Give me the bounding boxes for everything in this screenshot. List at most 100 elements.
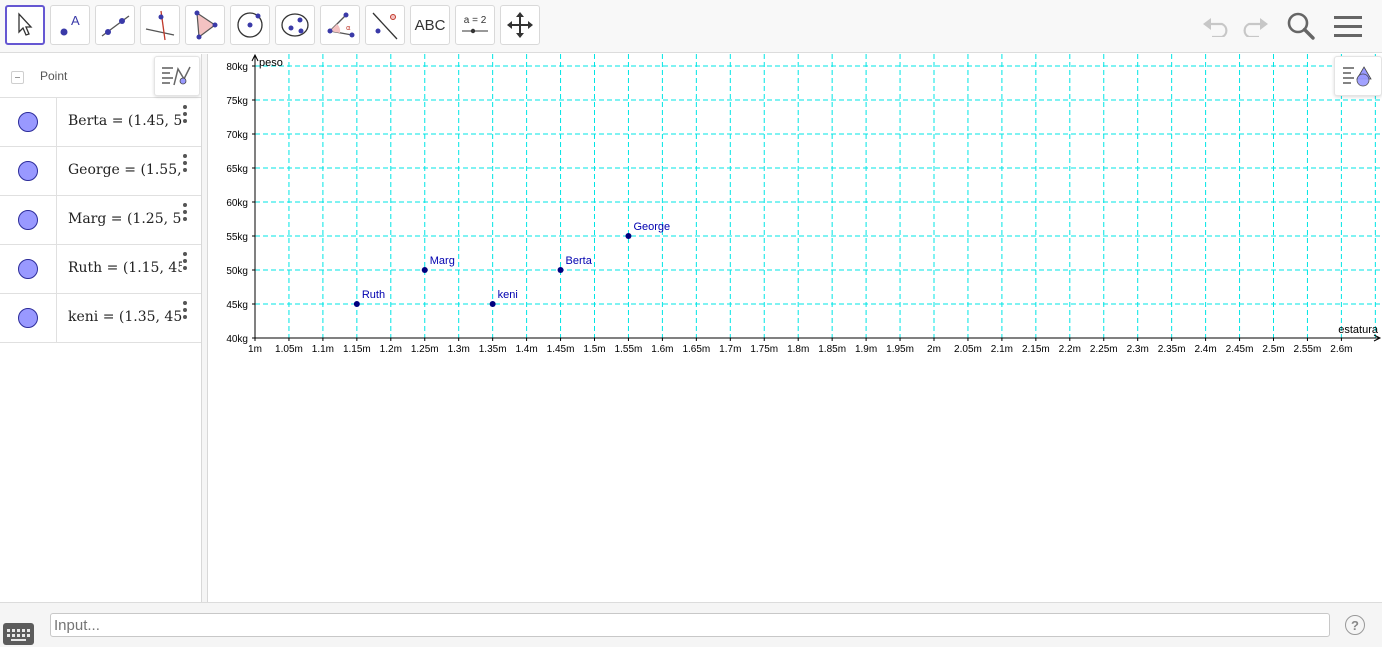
ellipse-tool-button[interactable]	[275, 5, 315, 45]
y-tick-label: 80kg	[226, 62, 248, 73]
algebra-item-definition[interactable]: George = (1.55, 55)	[68, 162, 182, 178]
search-button[interactable]	[1283, 8, 1319, 44]
x-tick-label: 1.7m	[719, 344, 741, 355]
line-tool-button[interactable]	[95, 5, 135, 45]
item-more-options-button[interactable]	[183, 105, 189, 125]
algebra-item-marg[interactable]: Marg = (1.25, 50)	[0, 196, 201, 245]
graphics-style-bar-icon	[1343, 66, 1372, 87]
x-tick-label: 1.15m	[343, 344, 371, 355]
x-tick-label: 1.65m	[682, 344, 710, 355]
slider-tool-button[interactable]: a = 2	[455, 5, 495, 45]
data-point-label: Marg	[430, 255, 455, 267]
x-tick-label: 1.05m	[275, 344, 303, 355]
virtual-keyboard-button[interactable]	[3, 623, 34, 645]
circle-tool-button[interactable]	[230, 5, 270, 45]
y-tick-label: 40kg	[226, 334, 248, 345]
hamburger-menu-icon	[1334, 16, 1362, 37]
item-more-options-button[interactable]	[183, 301, 189, 321]
item-more-options-button[interactable]	[183, 252, 189, 272]
collapse-group-toggle[interactable]	[11, 71, 24, 84]
point-icon: A	[60, 13, 80, 36]
scatter-plot: 1m 1.05m 1.1m 1.15m 1.2m 1.25m 1.3m 1.35m 1.4m 1.…	[226, 53, 1382, 355]
help-icon: ?	[1351, 617, 1359, 633]
algebra-item-definition[interactable]: Berta = (1.45, 50)	[68, 113, 182, 129]
move-graphics-tool-button[interactable]	[500, 5, 540, 45]
visibility-toggle-icon[interactable]	[18, 259, 38, 279]
x-tick-label: 2.4m	[1194, 344, 1216, 355]
graphics-view[interactable]: 1m 1.05m 1.1m 1.15m 1.2m 1.25m 1.3m 1.35m 1.4m 1.…	[208, 53, 1382, 602]
y-tick-label: 55kg	[226, 232, 248, 243]
x-tick-label: 2.1m	[991, 344, 1013, 355]
data-point-marg[interactable]	[421, 267, 428, 273]
data-point-label: keni	[498, 289, 518, 301]
slider-label: a = 2	[463, 15, 487, 26]
algebra-style-bar-button[interactable]	[154, 56, 200, 96]
x-tick-label: 2.5m	[1262, 344, 1284, 355]
redo-button[interactable]	[1236, 8, 1272, 44]
visibility-toggle-icon[interactable]	[18, 308, 38, 328]
visibility-toggle-icon[interactable]	[18, 161, 38, 181]
algebra-input-field[interactable]	[50, 613, 1330, 637]
undo-button[interactable]	[1199, 8, 1235, 44]
algebra-item-definition[interactable]: Marg = (1.25, 50)	[68, 211, 182, 227]
graphics-style-bar-button[interactable]	[1334, 56, 1382, 96]
item-more-options-button[interactable]	[183, 154, 189, 174]
x-tick-label: 1.9m	[855, 344, 877, 355]
x-tick-label: 1.6m	[651, 344, 673, 355]
data-point-george[interactable]	[625, 233, 632, 239]
redo-icon	[1243, 18, 1268, 37]
x-tick-label: 2.25m	[1090, 344, 1118, 355]
point-tool-button[interactable]: A	[50, 5, 90, 45]
x-tick-label: 1.25m	[411, 344, 439, 355]
x-tick-label: 2.6m	[1330, 344, 1352, 355]
x-tick-label: 2.3m	[1127, 344, 1149, 355]
perpendicular-tool-button[interactable]	[140, 5, 180, 45]
input-help-button[interactable]: ?	[1345, 615, 1365, 635]
algebra-group-header: Point	[0, 54, 201, 98]
data-point-keni[interactable]	[489, 301, 496, 307]
x-tick-label: 2.05m	[954, 344, 982, 355]
move-tool-button[interactable]	[5, 5, 45, 45]
algebra-item-definition[interactable]: Ruth = (1.15, 45)	[68, 260, 182, 276]
reflect-tool-button[interactable]	[365, 5, 405, 45]
y-tick-label: 45kg	[226, 300, 248, 311]
main-menu-button[interactable]	[1330, 8, 1366, 44]
view-divider[interactable]	[201, 54, 208, 602]
algebra-item-george[interactable]: George = (1.55, 55)	[0, 147, 201, 196]
data-point-label: Ruth	[362, 289, 385, 301]
visibility-toggle-icon[interactable]	[18, 112, 38, 132]
text-icon: ABC	[414, 16, 446, 34]
algebra-item-definition[interactable]: keni = (1.35, 45)	[68, 309, 182, 325]
x-tick-label: 2m	[927, 344, 941, 355]
y-tick-label: 75kg	[226, 96, 248, 107]
algebra-view: Point Berta = (1.45, 50) George = (1.55, …	[0, 54, 201, 602]
x-axis-label: estatura	[1338, 324, 1379, 336]
visibility-cell	[0, 245, 57, 293]
slider-icon: a = 2	[460, 15, 490, 35]
move-cursor-icon	[18, 12, 33, 36]
angle-tool-button[interactable]: α	[320, 5, 360, 45]
x-tick-label: 1.95m	[886, 344, 914, 355]
item-more-options-button[interactable]	[183, 203, 189, 223]
y-tick-label: 70kg	[226, 130, 248, 141]
text-tool-button[interactable]: ABC	[410, 5, 450, 45]
algebra-item-keni[interactable]: keni = (1.35, 45)	[0, 294, 201, 343]
visibility-cell	[0, 196, 57, 244]
angle-icon: α	[327, 12, 355, 38]
keyboard-icon	[7, 629, 30, 641]
algebra-style-bar-icon	[162, 66, 191, 86]
x-tick-label: 1.1m	[312, 344, 334, 355]
x-tick-label: 1.45m	[547, 344, 575, 355]
visibility-toggle-icon[interactable]	[18, 210, 38, 230]
algebra-item-berta[interactable]: Berta = (1.45, 50)	[0, 98, 201, 147]
circle-with-center-icon	[237, 12, 263, 38]
x-tick-label: 1.75m	[750, 344, 778, 355]
polygon-icon	[194, 10, 218, 40]
data-point-berta[interactable]	[557, 267, 564, 273]
algebra-item-ruth[interactable]: Ruth = (1.15, 45)	[0, 245, 201, 294]
visibility-cell	[0, 147, 57, 195]
search-icon	[1287, 12, 1315, 40]
reflect-about-line-icon	[372, 12, 398, 40]
polygon-tool-button[interactable]	[185, 5, 225, 45]
data-point-ruth[interactable]	[353, 301, 360, 307]
